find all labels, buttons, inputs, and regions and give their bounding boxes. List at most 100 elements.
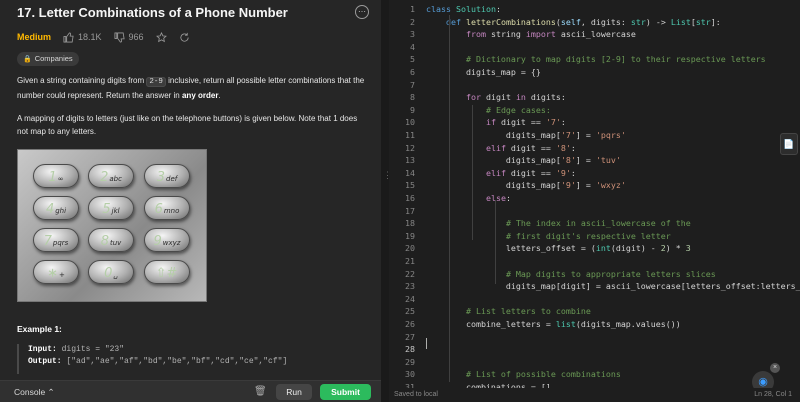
panel-divider[interactable]: ⋮ bbox=[381, 0, 392, 402]
code-line[interactable]: 27 bbox=[389, 331, 800, 344]
keypad-key: 3def bbox=[144, 164, 190, 188]
code-line[interactable]: 18 # The index in ascii_lowercase of the bbox=[389, 217, 800, 230]
code-line[interactable]: 24 bbox=[389, 293, 800, 306]
code-line[interactable]: 21 bbox=[389, 255, 800, 268]
code-line[interactable]: 22 # Map digits to appropriate letters s… bbox=[389, 268, 800, 281]
line-text: # Edge cases: bbox=[485, 104, 551, 115]
key-letters: mno bbox=[163, 207, 180, 215]
line-number: 26 bbox=[405, 319, 415, 329]
close-icon[interactable]: × bbox=[770, 363, 780, 373]
key-letters: wxyz bbox=[162, 239, 181, 247]
line-text: # first digit's respective letter bbox=[505, 230, 671, 241]
line-number: 4 bbox=[410, 41, 415, 52]
line-number: 18 bbox=[405, 218, 415, 229]
trash-icon[interactable]: 🗑 bbox=[254, 386, 267, 397]
key-digit: 4 bbox=[45, 202, 55, 217]
line-number: 12 bbox=[405, 142, 415, 153]
line-number: 5 bbox=[410, 54, 415, 65]
code-line[interactable]: 12 elif digit == '8': bbox=[389, 142, 800, 155]
key-letters: jkl bbox=[111, 207, 120, 215]
problem-meta: Medium 18.1K 966 bbox=[17, 30, 194, 44]
code-line[interactable]: 25 # List letters to combine bbox=[389, 305, 800, 318]
line-text: letters_offset = (int(digit) - 2) * 3 bbox=[426, 243, 691, 254]
submit-button[interactable]: Submit bbox=[320, 384, 371, 400]
example-block: Input: digits = "23" Output: ["ad","ae",… bbox=[17, 344, 380, 374]
share-icon[interactable] bbox=[179, 32, 190, 43]
input-value: digits = "23" bbox=[56, 345, 125, 354]
description-paragraph-1: Given a string containing digits from 2-… bbox=[17, 74, 369, 102]
line-number: 30 bbox=[405, 369, 415, 380]
key-letters: ghi bbox=[55, 207, 67, 215]
inline-code: 2-9 bbox=[146, 77, 166, 87]
code-line[interactable]: 1 class Solution: bbox=[389, 3, 800, 16]
line-number: 1 bbox=[410, 4, 415, 14]
line-text: digits_map['8'] = 'tuv' bbox=[426, 155, 621, 166]
more-options-icon[interactable]: ⋯ bbox=[355, 5, 369, 19]
phone-keypad-image: 1∞ 2abc 3def 4ghi 5jkl 6mno 7pqrs 8tuv 9wxyz ∗+ 0␣… bbox=[17, 149, 207, 302]
key-letters: ␣ bbox=[113, 271, 118, 279]
keypad-key: 4ghi bbox=[33, 196, 79, 220]
code-line[interactable]: 14 elif digit == '9': bbox=[389, 167, 800, 180]
companies-tag[interactable]: 🔒 Companies bbox=[17, 52, 79, 66]
line-number: 9 bbox=[410, 104, 415, 115]
code-area[interactable]: 1 class Solution: 2 def letterCombinations… bbox=[389, 0, 800, 392]
line-number: 22 bbox=[405, 268, 415, 279]
code-line[interactable]: 26 combine_letters = list(digits_map.val… bbox=[389, 318, 800, 331]
line-text: # List of possible combinations bbox=[465, 369, 621, 380]
star-icon[interactable] bbox=[155, 31, 167, 43]
line-text: from string import ascii_lowercase bbox=[465, 29, 636, 40]
line-text: digits_map['7'] = 'pqrs' bbox=[426, 130, 626, 140]
code-line[interactable]: 7 bbox=[389, 79, 800, 92]
keypad-key: 5jkl bbox=[88, 196, 134, 220]
code-line[interactable]: 29 bbox=[389, 356, 800, 369]
indent-guide bbox=[495, 200, 496, 284]
code-line[interactable]: 4 bbox=[389, 41, 800, 54]
line-number: 6 bbox=[410, 67, 415, 77]
code-line[interactable]: 23 digits_map[digit] = ascii_lowercase[l… bbox=[389, 280, 800, 293]
line-text: # Map digits to appropriate letters slic… bbox=[505, 268, 716, 279]
key-letters: abc bbox=[109, 175, 122, 183]
thumbs-up-icon[interactable] bbox=[63, 32, 74, 43]
code-line[interactable]: 17 bbox=[389, 205, 800, 218]
line-text: # Dictionary to map digits [2-9] to thei… bbox=[465, 54, 766, 65]
console-button[interactable]: Console ⌃ bbox=[14, 387, 55, 398]
code-line[interactable]: 13 digits_map['8'] = 'tuv' bbox=[389, 154, 800, 167]
line-number: 19 bbox=[405, 230, 415, 241]
code-line[interactable]: 10 if digit == '7': bbox=[389, 116, 800, 129]
drag-handle-icon[interactable]: ⋮ bbox=[383, 170, 392, 180]
code-line[interactable]: 2 def letterCombinations(self, digits: s… bbox=[389, 16, 800, 29]
line-number: 24 bbox=[405, 293, 415, 304]
code-line[interactable]: 8 for digit in digits: bbox=[389, 91, 800, 104]
line-number: 17 bbox=[405, 205, 415, 216]
code-line[interactable]: 6 digits_map = {} bbox=[389, 66, 800, 79]
line-number: 16 bbox=[405, 193, 415, 203]
code-line[interactable]: 3 from string import ascii_lowercase bbox=[389, 28, 800, 41]
save-status: Saved to local bbox=[394, 391, 438, 398]
code-editor[interactable]: 1 class Solution: 2 def letterCombinations… bbox=[389, 0, 800, 402]
code-line[interactable]: 20 letters_offset = (int(digit) - 2) * 3 bbox=[389, 242, 800, 255]
keypad-key: 0␣ bbox=[88, 260, 134, 284]
desc-text: Given a string containing digits from bbox=[17, 76, 147, 85]
line-number: 3 bbox=[410, 29, 415, 40]
key-digit: 8 bbox=[100, 234, 109, 249]
code-line[interactable]: 16 else: bbox=[389, 192, 800, 205]
line-number: 2 bbox=[410, 16, 415, 27]
lock-icon: 🔒 bbox=[23, 56, 32, 63]
description-paragraph-2: A mapping of digits to letters (just lik… bbox=[17, 114, 358, 136]
editor-status-bar: Saved to local Ln 28, Col 1 bbox=[389, 388, 800, 402]
line-number: 29 bbox=[405, 356, 415, 367]
code-line[interactable]: 11 digits_map['7'] = 'pqrs' bbox=[389, 129, 800, 142]
code-line[interactable]: 28 bbox=[389, 343, 800, 356]
notes-icon[interactable]: 📄 bbox=[780, 133, 798, 155]
code-line[interactable]: 9 # Edge cases: bbox=[389, 104, 800, 117]
line-number: 20 bbox=[405, 243, 415, 254]
run-button[interactable]: Run bbox=[276, 384, 312, 400]
desc-bold: any order bbox=[181, 91, 219, 100]
thumbs-down-icon[interactable] bbox=[114, 32, 125, 43]
key-letters: def bbox=[166, 175, 178, 183]
code-line[interactable]: 30 # List of possible combinations bbox=[389, 368, 800, 381]
key-letters: tuv bbox=[109, 239, 122, 247]
code-line[interactable]: 19 # first digit's respective letter bbox=[389, 230, 800, 243]
code-line[interactable]: 5 # Dictionary to map digits [2-9] to th… bbox=[389, 53, 800, 66]
code-line[interactable]: 15 digits_map['9'] = 'wxyz' bbox=[389, 179, 800, 192]
